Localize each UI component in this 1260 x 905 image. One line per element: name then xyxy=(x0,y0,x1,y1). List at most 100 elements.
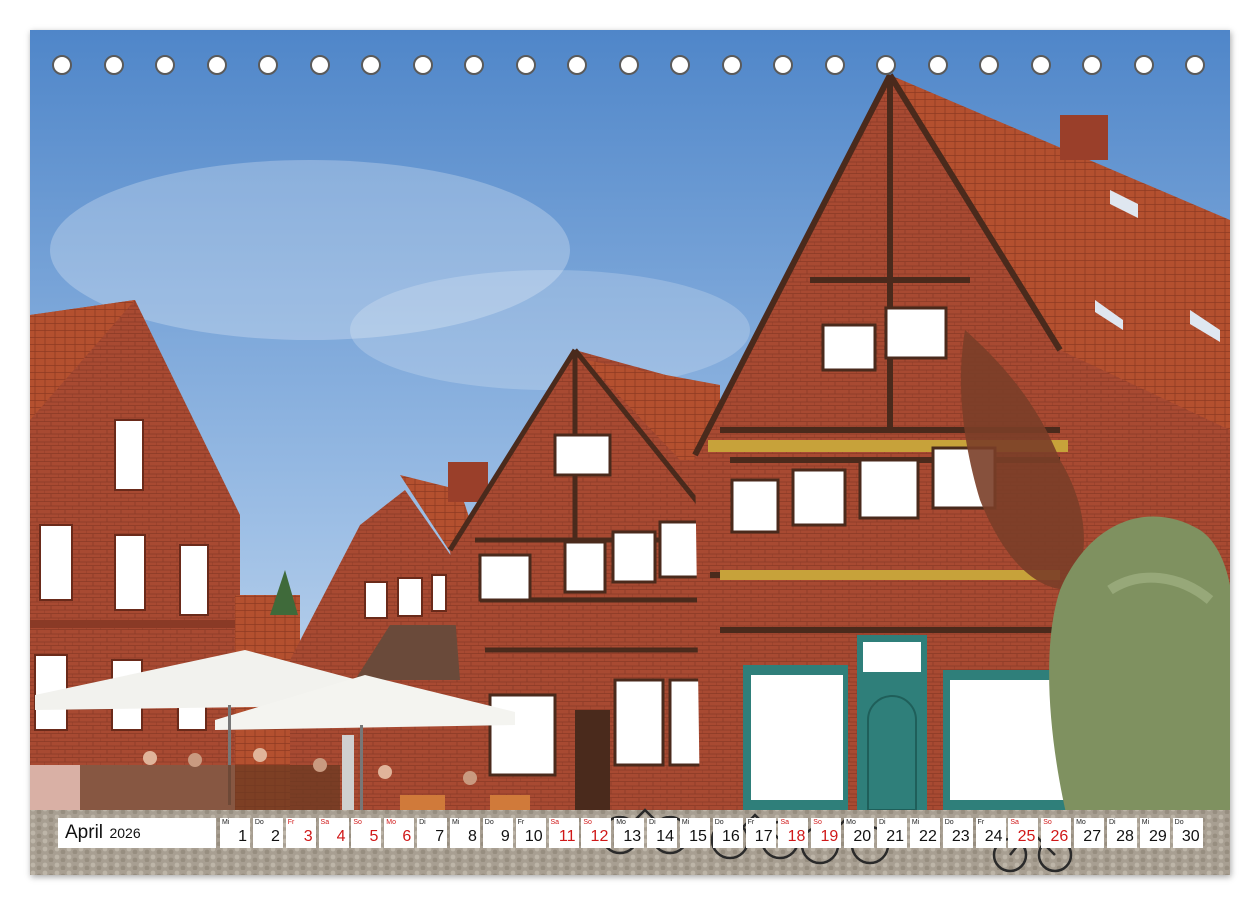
day-cell: Sa 4 xyxy=(318,818,349,848)
day-number: 8 xyxy=(468,828,477,845)
day-cell: So 26 xyxy=(1041,818,1072,848)
binding-hole xyxy=(515,55,536,75)
binding-hole xyxy=(979,55,999,75)
binding-hole xyxy=(618,55,639,75)
town-square-photo xyxy=(30,30,1230,875)
weekday-abbrev: Fr xyxy=(287,819,295,826)
weekday-abbrev: Do xyxy=(714,819,724,826)
weekday-abbrev: Do xyxy=(254,819,264,826)
day-cell: Sa 11 xyxy=(548,818,579,848)
day-number: 7 xyxy=(435,828,445,845)
day-number: 17 xyxy=(754,828,773,845)
day-number: 10 xyxy=(524,828,543,845)
weekday-abbrev: So xyxy=(1043,819,1052,826)
weekday-abbrev: So xyxy=(583,819,592,826)
binding-hole xyxy=(721,55,742,75)
day-number: 18 xyxy=(787,828,806,845)
month-label: April 2026 xyxy=(58,818,216,848)
day-number: 6 xyxy=(402,828,412,845)
day-number: 4 xyxy=(336,828,346,845)
weekday-abbrev: Di xyxy=(419,819,426,826)
binding-hole xyxy=(1082,55,1102,75)
day-number: 24 xyxy=(984,828,1003,845)
olive-tree xyxy=(1049,516,1230,830)
day-cell: Mo 13 xyxy=(614,818,645,848)
month-name: April xyxy=(65,822,104,843)
day-cell: Fr 24 xyxy=(975,818,1006,848)
weekday-abbrev: Do xyxy=(1174,819,1184,826)
day-cell: Di 7 xyxy=(417,818,448,848)
day-number: 30 xyxy=(1181,828,1200,845)
binding-hole xyxy=(1185,55,1205,75)
weekday-abbrev: Sa xyxy=(780,819,789,826)
day-number: 27 xyxy=(1083,828,1102,845)
weekday-abbrev: Fr xyxy=(517,819,525,826)
weekday-abbrev: Sa xyxy=(320,819,330,826)
weekday-abbrev: So xyxy=(813,819,822,826)
day-number: 12 xyxy=(590,828,609,845)
day-cell: So 19 xyxy=(811,818,842,848)
day-number: 29 xyxy=(1149,828,1167,845)
cloud xyxy=(350,270,750,390)
day-number: 26 xyxy=(1050,828,1069,845)
day-cell: Di 28 xyxy=(1106,818,1137,848)
day-cell: So 12 xyxy=(581,818,612,848)
calendar-page: April 2026 Mi 1 Do 2 Fr 3 Sa 4 So 5 Mo 6 Di 7 Mi 8 Do 9 Fr… xyxy=(30,30,1230,875)
weekday-abbrev: Mo xyxy=(386,819,396,826)
day-number: 28 xyxy=(1116,828,1134,845)
day-cell: Do 30 xyxy=(1172,818,1203,848)
binding-hole xyxy=(309,55,330,75)
binding-hole xyxy=(773,55,793,75)
binding-hole xyxy=(567,55,587,75)
day-cell: Mo 20 xyxy=(844,818,875,848)
day-number: 20 xyxy=(853,828,872,845)
weekday-abbrev: Mo xyxy=(616,819,626,826)
day-number: 15 xyxy=(689,828,707,845)
day-cell: Fr 17 xyxy=(745,818,776,848)
weekday-abbrev: Mi xyxy=(911,819,920,826)
weekday-abbrev: Di xyxy=(649,819,656,826)
day-number: 5 xyxy=(369,828,379,845)
day-number: 11 xyxy=(558,828,576,845)
day-cell: Mo 27 xyxy=(1074,818,1105,848)
weekday-abbrev: Mo xyxy=(846,819,856,826)
day-number: 14 xyxy=(656,828,675,845)
day-cell: Sa 25 xyxy=(1008,818,1039,848)
day-number: 22 xyxy=(919,828,937,845)
day-number: 23 xyxy=(951,828,970,845)
month-year: 2026 xyxy=(109,825,141,841)
binding-hole xyxy=(876,55,896,75)
binding-hole xyxy=(361,55,381,75)
day-cell: Mi 1 xyxy=(220,818,250,848)
day-cell: Fr 3 xyxy=(285,818,316,848)
weekday-abbrev: Mi xyxy=(681,819,690,826)
binding-hole xyxy=(927,55,948,75)
binding-hole xyxy=(670,55,690,75)
day-cell: Do 2 xyxy=(252,818,283,848)
day-cell: Mi 29 xyxy=(1139,818,1170,848)
weekday-abbrev: Mi xyxy=(222,819,230,826)
day-cell: Do 23 xyxy=(942,818,973,848)
day-number: 16 xyxy=(721,828,740,845)
binding-hole xyxy=(824,55,845,75)
day-cell: Sa 18 xyxy=(778,818,809,848)
day-number: 1 xyxy=(238,828,247,845)
weekday-abbrev: Di xyxy=(1108,819,1116,826)
day-cell: So 5 xyxy=(351,818,382,848)
day-cell: Mi 15 xyxy=(679,818,710,848)
weekday-abbrev: Sa xyxy=(1010,819,1019,826)
day-number: 2 xyxy=(270,828,280,845)
binding-hole xyxy=(52,55,72,75)
day-number: 9 xyxy=(500,828,510,845)
binding-hole xyxy=(206,55,227,75)
day-number: 19 xyxy=(820,828,839,845)
binding-hole xyxy=(103,55,124,75)
binding-hole xyxy=(412,55,433,75)
day-cell: Di 14 xyxy=(647,818,678,848)
weekday-abbrev: Do xyxy=(484,819,494,826)
binding-holes xyxy=(30,30,1230,90)
binding-hole xyxy=(155,55,175,75)
weekday-abbrev: Di xyxy=(879,819,886,826)
weekday-abbrev: Sa xyxy=(550,819,560,826)
day-number: 3 xyxy=(303,828,313,845)
